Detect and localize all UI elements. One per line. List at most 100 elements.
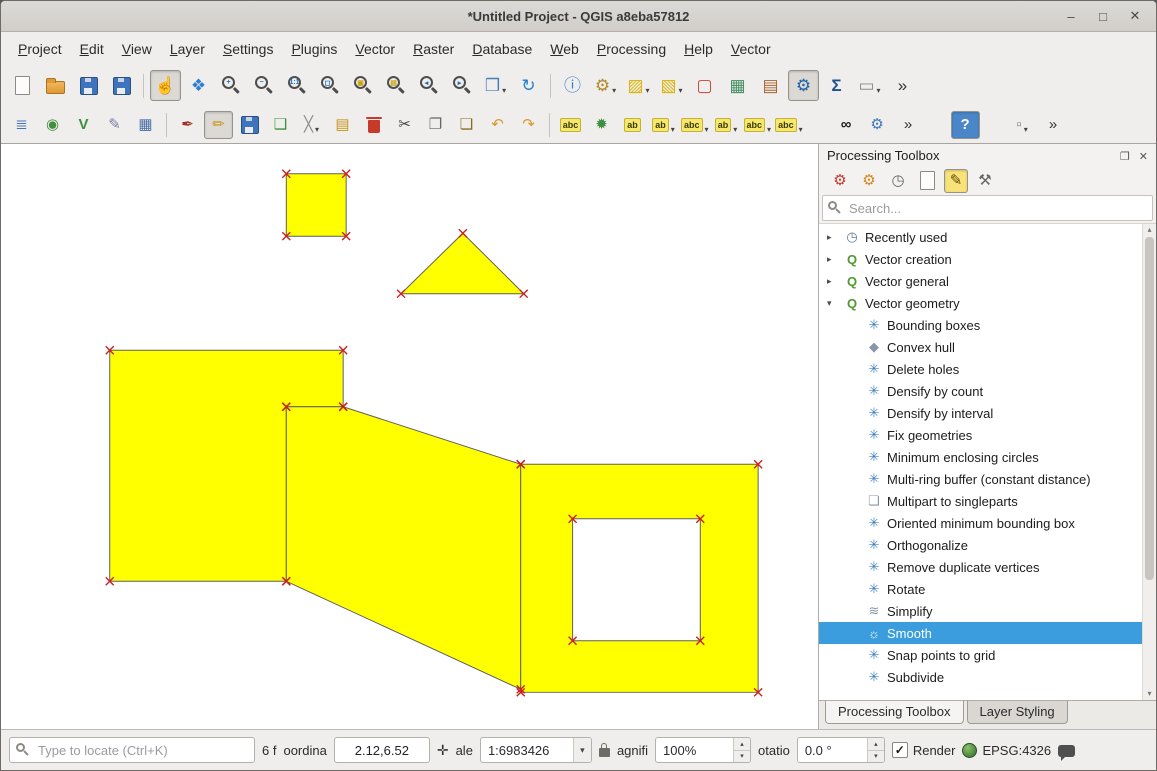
menu-layer[interactable]: Layer [161, 36, 214, 62]
algorithm-multipart-to-singleparts[interactable]: ❏Multipart to singleparts [819, 490, 1143, 512]
menu-edit[interactable]: Edit [71, 36, 113, 62]
group-vector-general[interactable]: ▸QVector general [819, 270, 1143, 292]
new-map-view-dropdown-icon[interactable]: ▾ [502, 86, 506, 95]
algorithm-densify-by-interval[interactable]: ✳Densify by interval [819, 402, 1143, 424]
digitizing-options-button[interactable]: ▫▾ [1008, 111, 1037, 139]
extents-toggle-icon[interactable]: ✛ [437, 742, 449, 759]
delete-selected-button[interactable] [359, 111, 388, 139]
algorithm-smooth[interactable]: ☼Smooth [819, 622, 1143, 644]
expand-arrow-icon[interactable]: ▸ [827, 254, 843, 265]
undo-button[interactable]: ↶ [483, 111, 512, 139]
magnifier-spinbox[interactable]: 100% ▴▾ [655, 737, 751, 763]
move-label-dropdown-icon[interactable]: ▾ [733, 125, 737, 134]
coordinate-input[interactable] [334, 737, 430, 763]
vertex-tool-dropdown-icon[interactable]: ▾ [315, 125, 319, 134]
move-label-button[interactable]: ab▾ [712, 111, 741, 139]
expand-arrow-icon[interactable]: ▾ [827, 298, 843, 309]
current-edits-button[interactable]: ✒ [173, 111, 202, 139]
show-hide-labels-dropdown-icon[interactable]: ▾ [705, 125, 709, 134]
help-contents-button[interactable]: ? [951, 111, 980, 139]
algorithm-multi-ring-buffer-constant-distance[interactable]: ✳Multi-ring buffer (constant distance) [819, 468, 1143, 490]
select-features-dropdown-icon[interactable]: ▾ [646, 86, 650, 95]
algorithm-oriented-minimum-bounding-box[interactable]: ✳Oriented minimum bounding box [819, 512, 1143, 534]
layer-labeling-options-button[interactable]: abc [556, 111, 585, 139]
edit-features-inplace-button[interactable]: ✎ [944, 169, 968, 193]
new-project-button[interactable] [7, 70, 38, 101]
spin-down-icon[interactable]: ▾ [868, 751, 884, 763]
save-layer-edits-button[interactable] [235, 111, 264, 139]
rotate-label-button[interactable]: abc▾ [743, 111, 773, 139]
scale-combo[interactable]: 1:6983426 ▾ [480, 737, 592, 763]
menu-vector-2[interactable]: Vector [722, 36, 780, 62]
open-project-button[interactable] [40, 70, 71, 101]
models-button[interactable]: ⚙ [828, 169, 852, 193]
save-project-button[interactable] [73, 70, 104, 101]
group-vector-creation[interactable]: ▸QVector creation [819, 248, 1143, 270]
menu-processing[interactable]: Processing [588, 36, 675, 62]
algorithm-densify-by-count[interactable]: ✳Densify by count [819, 380, 1143, 402]
scripts-button[interactable]: ⚙ [857, 169, 881, 193]
algorithm-simplify[interactable]: ≋Simplify [819, 600, 1143, 622]
results-viewer-button[interactable] [915, 169, 939, 193]
group-recently-used[interactable]: ▸◷Recently used [819, 226, 1143, 248]
menu-project[interactable]: Project [9, 36, 71, 62]
run-feature-action-dropdown-icon[interactable]: ▾ [612, 86, 616, 95]
crs-button[interactable]: EPSG:4326 [962, 743, 1051, 758]
render-toggle[interactable]: ✓ Render [892, 742, 956, 758]
expand-arrow-icon[interactable]: ▸ [827, 276, 843, 287]
zoom-in-button[interactable]: + [216, 70, 247, 101]
algorithm-delete-holes[interactable]: ✳Delete holes [819, 358, 1143, 380]
menu-raster[interactable]: Raster [404, 36, 463, 62]
toggle-editing-button[interactable]: ✏ [204, 111, 233, 139]
new-shapefile-layer-button[interactable]: V [69, 111, 98, 139]
rotation-spinbox[interactable]: 0.0 ° ▴▾ [797, 737, 885, 763]
change-label-dropdown-icon[interactable]: ▾ [799, 125, 803, 134]
scroll-down-icon[interactable]: ▾ [1147, 688, 1151, 700]
zoom-next-button[interactable]: ▸ [447, 70, 478, 101]
lock-scale-icon[interactable] [599, 748, 610, 757]
toolbar1-extension-button[interactable]: » [887, 70, 918, 101]
plugin-tool-button[interactable]: ⚙ [863, 111, 892, 139]
refresh-map-button[interactable]: ↻ [513, 70, 544, 101]
redo-button[interactable]: ↷ [514, 111, 543, 139]
minimize-icon[interactable]: – [1064, 9, 1078, 24]
tab-processing-toolbox[interactable]: Processing Toolbox [825, 701, 964, 724]
field-calculator-button[interactable]: ▤ [755, 70, 786, 101]
pan-map-button[interactable]: ☝ [150, 70, 181, 101]
new-spatialite-layer-button[interactable]: ✎ [100, 111, 129, 139]
save-project-as-button[interactable] [106, 70, 137, 101]
spin-down-icon[interactable]: ▾ [734, 751, 750, 763]
menu-web[interactable]: Web [541, 36, 588, 62]
vertex-tool-button[interactable]: ╳▾ [297, 111, 326, 139]
menu-plugins[interactable]: Plugins [282, 36, 346, 62]
select-features-button[interactable]: ▨▾ [623, 70, 654, 101]
spin-up-icon[interactable]: ▴ [734, 738, 750, 751]
float-panel-icon[interactable]: ❐ [1120, 151, 1130, 163]
expand-arrow-icon[interactable]: ▸ [827, 232, 843, 243]
run-feature-action-button[interactable]: ⚙▾ [590, 70, 621, 101]
close-icon[interactable]: ✕ [1128, 8, 1142, 24]
algorithm-remove-duplicate-vertices[interactable]: ✳Remove duplicate vertices [819, 556, 1143, 578]
menu-vector[interactable]: Vector [346, 36, 404, 62]
maximize-icon[interactable]: □ [1096, 9, 1110, 24]
tree-scrollbar[interactable]: ▴ ▾ [1142, 224, 1156, 700]
close-panel-icon[interactable]: ✕ [1139, 151, 1148, 163]
locate-box[interactable] [9, 737, 255, 763]
scrollbar-thumb[interactable] [1145, 237, 1154, 580]
digitizing-options-dropdown-icon[interactable]: ▾ [1024, 125, 1028, 134]
new-geopackage-layer-button[interactable]: ◉ [38, 111, 67, 139]
measure-line-dropdown-icon[interactable]: ▾ [877, 86, 881, 95]
open-attribute-table-button[interactable]: ▦ [722, 70, 753, 101]
deselect-features-button[interactable]: ▢ [689, 70, 720, 101]
algorithm-subdivide[interactable]: ✳Subdivide [819, 666, 1143, 688]
new-virtual-layer-button[interactable]: ▦ [131, 111, 160, 139]
measure-line-button[interactable]: ▭▾ [854, 70, 885, 101]
cut-features-button[interactable]: ✂ [390, 111, 419, 139]
history-button[interactable]: ◷ [886, 169, 910, 193]
pin-unpin-labels-button[interactable]: ab▾ [649, 111, 678, 139]
modify-attributes-button[interactable]: ▤ [328, 111, 357, 139]
zoom-to-layer-button[interactable]: ▤ [381, 70, 412, 101]
paste-features-button[interactable]: ❏ [452, 111, 481, 139]
algorithm-snap-points-to-grid[interactable]: ✳Snap points to grid [819, 644, 1143, 666]
data-source-manager-button[interactable]: ≣ [7, 111, 36, 139]
